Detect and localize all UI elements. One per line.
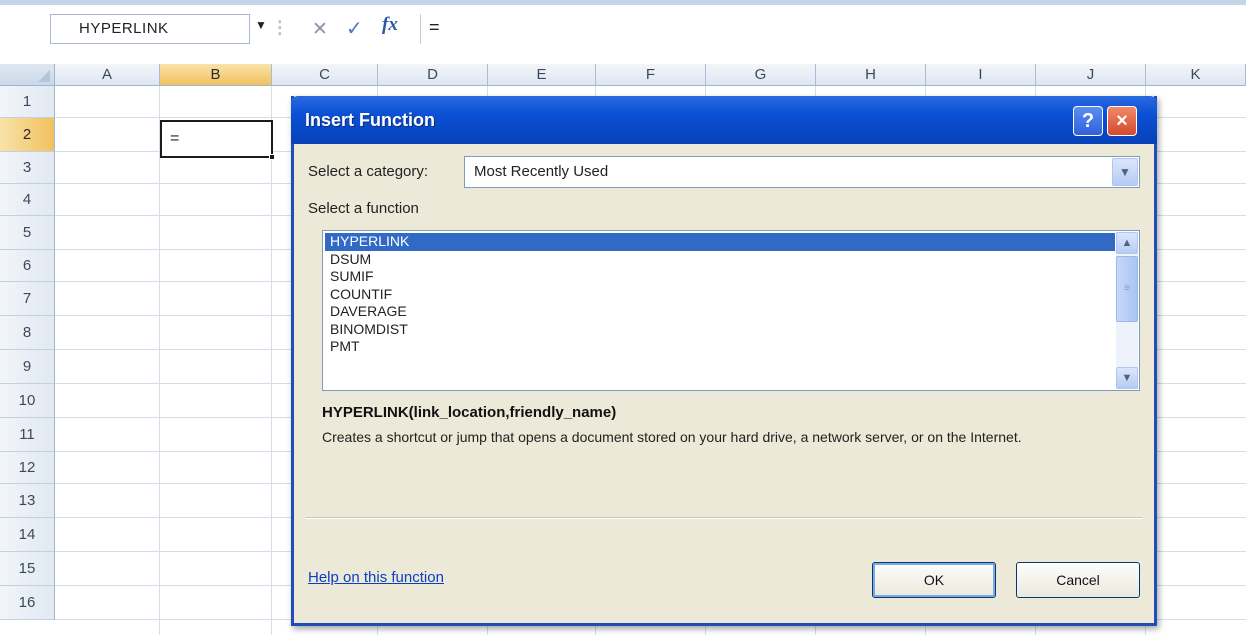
column-header-f[interactable]: F <box>596 64 706 86</box>
help-on-function-link[interactable]: Help on this function <box>308 569 444 586</box>
function-list-item[interactable]: DAVERAGE <box>325 303 1115 321</box>
function-list-item[interactable]: PMT <box>325 338 1115 356</box>
help-icon: ? <box>1081 110 1095 132</box>
column-header-e[interactable]: E <box>488 64 596 86</box>
row-header-1[interactable]: 1 <box>0 86 55 118</box>
row-header-8[interactable]: 8 <box>0 316 55 350</box>
formula-bar: HYPERLINK ▼ ⁝ ✕ ✓ fx = <box>0 0 1246 64</box>
ok-button[interactable]: OK <box>872 562 996 598</box>
column-header-j[interactable]: J <box>1036 64 1146 86</box>
select-all-button[interactable] <box>0 64 55 86</box>
column-gridline <box>271 86 272 635</box>
row-header-12[interactable]: 12 <box>0 452 55 484</box>
column-gridline <box>159 86 160 635</box>
dropdown-arrow-icon[interactable]: ▼ <box>255 18 269 38</box>
column-header-g[interactable]: G <box>706 64 816 86</box>
cancel-button[interactable]: Cancel <box>1016 562 1140 598</box>
scroll-up-icon[interactable]: ▲ <box>1116 232 1138 254</box>
cancel-x-icon[interactable]: ✕ <box>312 18 328 41</box>
category-select[interactable]: Most Recently Used ▼ <box>464 156 1140 188</box>
help-button[interactable]: ? <box>1073 106 1103 136</box>
row-header-15[interactable]: 15 <box>0 552 55 586</box>
close-icon: × <box>1116 110 1128 132</box>
row-header-10[interactable]: 10 <box>0 384 55 418</box>
function-list-item[interactable]: COUNTIF <box>325 286 1115 304</box>
row-header-13[interactable]: 13 <box>0 484 55 518</box>
fill-handle[interactable] <box>269 154 275 160</box>
close-button[interactable]: × <box>1107 106 1137 136</box>
dialog-body: Select a category: Most Recently Used ▼ … <box>294 144 1154 623</box>
column-header-h[interactable]: H <box>816 64 926 86</box>
function-list-item[interactable]: BINOMDIST <box>325 321 1115 339</box>
category-select-value: Most Recently Used <box>474 163 609 180</box>
column-header-c[interactable]: C <box>272 64 378 86</box>
row-header-11[interactable]: 11 <box>0 418 55 452</box>
column-header-a[interactable]: A <box>55 64 160 86</box>
row-header-14[interactable]: 14 <box>0 518 55 552</box>
column-header-d[interactable]: D <box>378 64 488 86</box>
function-list-scrollbar[interactable]: ▲ ≡ ▼ <box>1116 232 1138 389</box>
function-label: Select a function <box>308 200 419 217</box>
function-list-item[interactable]: HYPERLINK <box>325 233 1115 251</box>
dialog-titlebar[interactable]: Insert Function ? × <box>291 96 1157 144</box>
category-label: Select a category: <box>308 163 429 180</box>
column-header-i[interactable]: I <box>926 64 1036 86</box>
row-header-4[interactable]: 4 <box>0 184 55 216</box>
row-header-3[interactable]: 3 <box>0 152 55 184</box>
chevron-down-icon[interactable]: ▼ <box>1112 158 1138 186</box>
active-cell-b2[interactable]: = <box>160 120 275 160</box>
row-header-9[interactable]: 9 <box>0 350 55 384</box>
insert-function-dialog: Insert Function ? × Select a category: M… <box>291 96 1157 626</box>
formula-input-value: = <box>429 17 440 37</box>
scrollbar-thumb[interactable]: ≡ <box>1116 256 1138 322</box>
function-signature: HYPERLINK(link_location,friendly_name) <box>322 404 617 421</box>
dialog-divider <box>306 517 1142 519</box>
row-header-7[interactable]: 7 <box>0 282 55 316</box>
column-header-b[interactable]: B <box>160 64 272 86</box>
function-list-items: HYPERLINK DSUM SUMIF COUNTIF DAVERAGE BINOMDI… <box>325 233 1115 356</box>
function-list-item[interactable]: SUMIF <box>325 268 1115 286</box>
active-cell-value: = <box>170 130 180 147</box>
column-header-k[interactable]: K <box>1146 64 1246 86</box>
scroll-down-icon[interactable]: ▼ <box>1116 367 1138 389</box>
row-header-6[interactable]: 6 <box>0 250 55 282</box>
row-header-5[interactable]: 5 <box>0 216 55 250</box>
enter-check-icon[interactable]: ✓ <box>346 16 363 41</box>
insert-function-fx-icon[interactable]: fx <box>382 14 398 36</box>
function-list-item[interactable]: DSUM <box>325 251 1115 269</box>
row-header-16[interactable]: 16 <box>0 586 55 620</box>
formula-bar-separator: ⁝ <box>276 15 284 42</box>
name-box-value: HYPERLINK <box>79 20 169 37</box>
function-list[interactable]: HYPERLINK DSUM SUMIF COUNTIF DAVERAGE BINOMDI… <box>322 230 1140 391</box>
formula-input[interactable]: = <box>420 14 1246 44</box>
function-description: Creates a shortcut or jump that opens a … <box>322 429 1022 445</box>
ribbon-edge <box>0 0 1246 5</box>
row-header-2[interactable]: 2 <box>0 118 55 152</box>
name-box[interactable]: HYPERLINK <box>50 14 250 44</box>
dialog-title: Insert Function <box>305 110 435 130</box>
